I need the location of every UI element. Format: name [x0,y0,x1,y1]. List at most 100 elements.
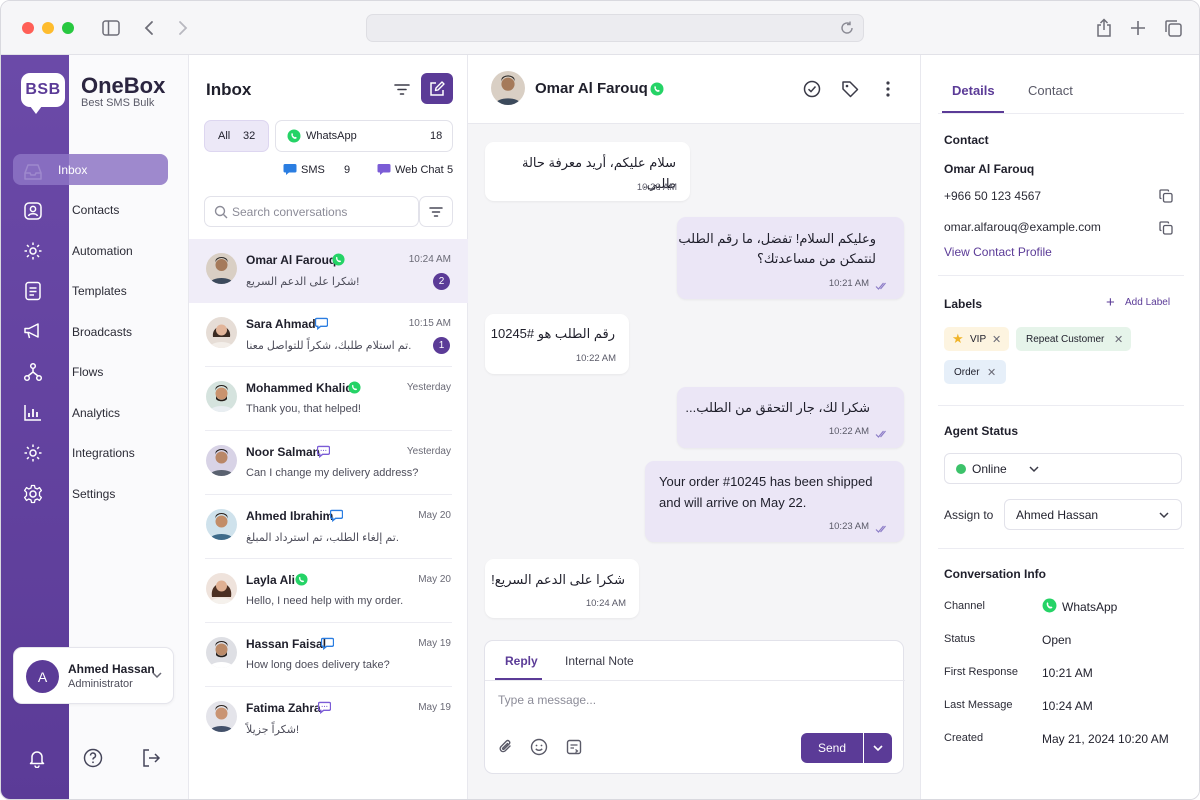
message-text-line: وعليكم السلام! تفضل، ما رقم الطلب [678,231,876,246]
conversation-item[interactable]: Noor Salman Yesterday Can I change my de… [189,431,468,495]
back-icon[interactable] [138,17,160,39]
send-options-button[interactable] [864,733,892,763]
filter-icon[interactable] [393,80,411,98]
info-value-last-message: 10:24 AM [1042,699,1093,713]
nav-item-settings[interactable]: Settings [72,487,115,501]
nav-item-inbox[interactable]: Inbox [58,163,87,177]
contacts-icon[interactable] [21,199,45,223]
assign-to-label: Assign to [944,508,994,522]
nav-item-integrations[interactable]: Integrations [72,446,135,460]
conversation-item[interactable]: Hassan Faisal May 19 How long does deliv… [189,623,468,687]
address-bar[interactable] [366,14,864,42]
conversation-item[interactable]: Fatima Zahra May 19 شكراً جزيلاً! [189,687,468,751]
templates-icon[interactable] [21,279,45,303]
tab-details[interactable]: Details [952,83,995,98]
close-window-button[interactable] [22,22,34,34]
flows-icon[interactable] [21,360,45,384]
nav-active-highlight [13,154,168,185]
notifications-bell-icon[interactable] [27,748,47,768]
label-tag-repeat-customer[interactable]: Repeat Customer ✕ [1016,327,1131,351]
contact-avatar [491,71,525,105]
message-text-line: Your order #10245 has been shipped [659,474,873,489]
automation-icon[interactable] [21,239,45,263]
whatsapp-icon [332,253,345,266]
filter-sms-label: SMS [301,164,325,176]
nav-item-templates[interactable]: Templates [72,284,127,298]
search-filter-button[interactable] [419,196,453,227]
megaphone-icon[interactable] [21,319,45,343]
attachment-icon[interactable] [497,738,515,756]
remove-label-icon[interactable]: ✕ [1114,333,1123,346]
tabs-overview-icon[interactable] [1162,17,1184,39]
remove-label-icon[interactable]: ✕ [987,366,996,379]
contact-name: Hassan Faisal [246,637,327,651]
details-panel: Details Contact Contact Omar Al Farouq +… [920,55,1199,799]
message-text-line: لنتمكن من مساعدتك؟ [756,251,876,266]
filter-all-count: 32 [243,130,256,142]
share-icon[interactable] [1093,17,1115,39]
unread-badge: 1 [433,337,450,354]
filter-whatsapp-label: WhatsApp [306,130,357,142]
sms-icon [283,163,297,179]
tab-internal-note[interactable]: Internal Note [565,654,634,668]
conversation-item[interactable]: Mohammed Khalid Yesterday Thank you, tha… [189,366,468,431]
double-check-icon [875,279,889,290]
maximize-window-button[interactable] [62,22,74,34]
contact-name: Omar Al Farouq [944,162,1035,176]
search-input[interactable] [232,203,412,221]
nav-item-analytics[interactable]: Analytics [72,406,120,420]
conversation-time: May 20 [418,510,451,521]
logout-icon[interactable] [141,748,161,768]
divider [938,548,1184,549]
copy-icon[interactable] [1159,189,1173,203]
conversation-item[interactable]: Ahmed Ibrahim May 20 تم إلغاء الطلب، تم … [189,495,468,559]
nav-item-contacts[interactable]: Contacts [72,203,119,217]
help-icon[interactable] [83,748,103,768]
compose-button[interactable] [421,73,453,104]
label-tag-vip[interactable]: ★ VIP ✕ [944,327,1009,351]
message-text-line: and will arrive on May 22. [659,495,807,510]
label-text: Repeat Customer [1026,334,1105,345]
gear-icon[interactable] [21,482,45,506]
nav-item-broadcasts[interactable]: Broadcasts [72,325,132,339]
assign-agent-select[interactable]: Ahmed Hassan [1004,499,1182,530]
minimize-window-button[interactable] [42,22,54,34]
conversation-item[interactable]: Layla Ali May 20 Hello, I need help with… [189,559,468,623]
label-tag-order[interactable]: Order ✕ [944,360,1006,384]
copy-icon[interactable] [1159,221,1173,235]
view-contact-profile-link[interactable]: View Contact Profile [944,245,1052,259]
resolve-check-icon[interactable] [802,79,822,99]
remove-label-icon[interactable]: ✕ [992,333,1001,346]
emoji-icon[interactable] [530,738,548,756]
whatsapp-icon [348,381,361,394]
integrations-icon[interactable] [21,441,45,465]
conversation-time: Yesterday [406,446,451,457]
nav-item-flows[interactable]: Flows [72,365,103,379]
conversation-item[interactable]: Sara Ahmad 10:15 AM تم استلام طلبك، شكرا… [189,303,468,367]
agent-status-select[interactable]: Online [944,453,1182,484]
online-status-dot [956,464,966,474]
tab-contact[interactable]: Contact [1028,83,1073,98]
search-box [204,196,419,227]
user-name: Ahmed Hassan [68,662,155,676]
filter-chip-all[interactable]: All 32 [204,120,269,152]
new-tab-icon[interactable] [1127,17,1149,39]
tab-reply[interactable]: Reply [505,654,538,668]
sidebar-toggle-icon[interactable] [100,17,122,39]
user-account-card[interactable]: A Ahmed Hassan Administrator [13,647,174,704]
analytics-icon[interactable] [21,401,45,425]
reload-icon[interactable] [839,20,855,36]
template-insert-icon[interactable] [565,738,583,756]
filter-webchat-count: 5 [447,164,454,176]
message-input[interactable] [498,691,878,709]
forward-icon[interactable] [172,17,194,39]
conversation-preview: Hello, I need help with my order. [246,595,404,607]
message-text: رقم الطلب هو #10245 [490,326,615,341]
nav-item-automation[interactable]: Automation [72,244,133,258]
conversation-item[interactable]: Omar Al Farouq 10:24 AM شكرا على الدعم ا… [189,239,468,303]
tag-icon[interactable] [840,79,860,99]
send-button[interactable]: Send [801,733,863,763]
more-options-icon[interactable] [878,79,898,99]
message-time: 10:23 AM [828,521,869,532]
filter-chip-whatsapp[interactable]: WhatsApp 18 [275,120,453,152]
